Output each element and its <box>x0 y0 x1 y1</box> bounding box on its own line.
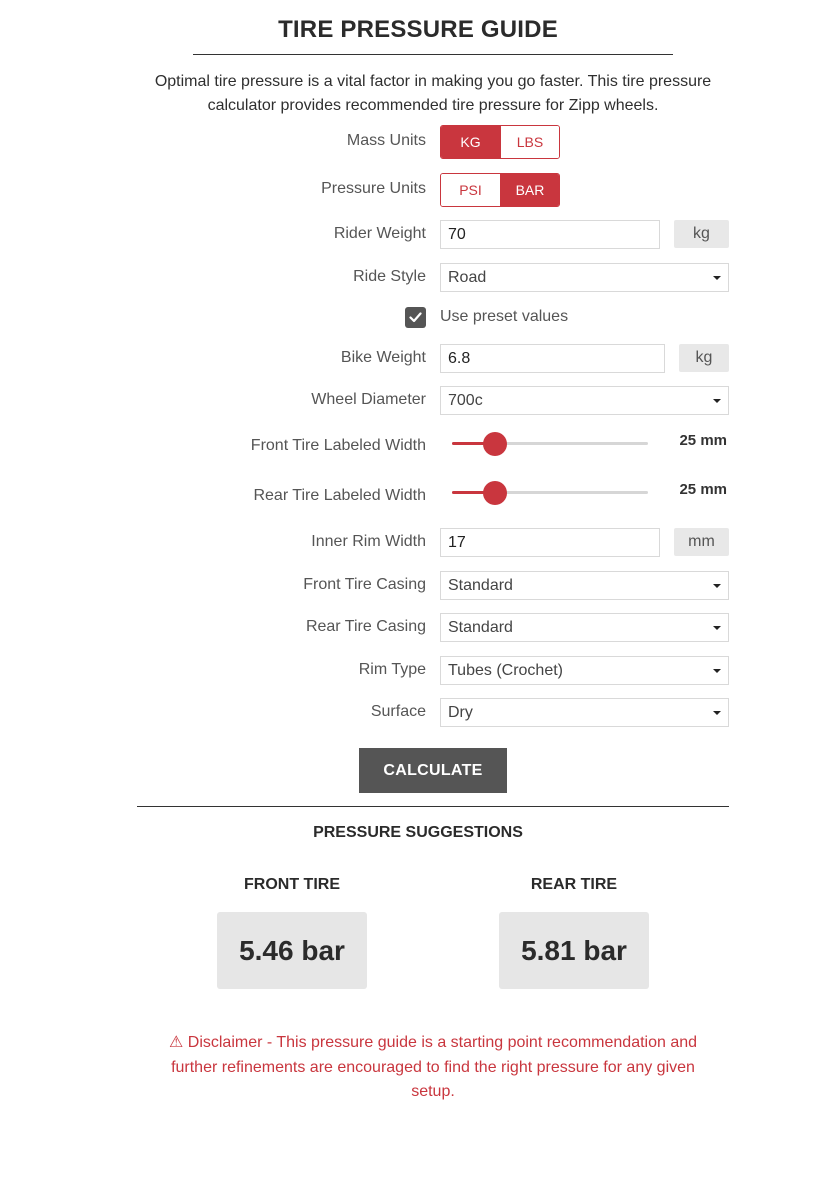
intro-text: Optimal tire pressure is a vital factor … <box>154 73 712 114</box>
inner-rim-width-label: Inner Rim Width <box>311 533 426 550</box>
rear-tire-casing-value: Standard <box>448 618 513 636</box>
bike-weight-unit: kg <box>679 344 729 372</box>
rear-tire-width-label: Rear Tire Labeled Width <box>253 487 426 504</box>
calculate-button[interactable]: CALCULATE <box>359 748 507 793</box>
rim-type-select[interactable]: Tubes (Crochet) <box>440 656 729 685</box>
front-tire-casing-select[interactable]: Standard <box>440 571 729 600</box>
chevron-down-icon <box>713 276 721 280</box>
rear-tire-casing-label: Rear Tire Casing <box>305 618 426 635</box>
front-tire-casing-label: Front Tire Casing <box>303 576 426 593</box>
pressure-units-label: Pressure Units <box>321 180 426 197</box>
front-tire-heading: FRONT TIRE <box>244 876 340 893</box>
front-tire-casing-value: Standard <box>448 576 513 594</box>
pressure-unit-psi-button[interactable]: PSI <box>441 174 500 206</box>
chevron-down-icon <box>713 399 721 403</box>
rim-type-label: Rim Type <box>358 661 426 678</box>
surface-select[interactable]: Dry <box>440 698 729 727</box>
front-tire-result: FRONT TIRE 5.46 bar <box>217 876 367 989</box>
results-divider <box>137 806 729 807</box>
chevron-down-icon <box>713 711 721 715</box>
disclaimer-text: ⚠ Disclaimer - This pressure guide is a … <box>168 1034 698 1100</box>
pressure-units-toggle: PSI BAR <box>440 173 560 207</box>
mass-unit-lbs-button[interactable]: LBS <box>500 126 559 158</box>
surface-value: Dry <box>448 703 473 721</box>
ride-style-select[interactable]: Road <box>440 263 729 292</box>
rear-tire-width-slider[interactable] <box>452 481 648 505</box>
front-tire-width-label: Front Tire Labeled Width <box>250 437 426 454</box>
surface-label: Surface <box>370 703 426 720</box>
bike-weight-input[interactable]: 6.8 <box>440 344 665 373</box>
wheel-diameter-value: 700c <box>448 391 483 409</box>
rim-type-value: Tubes (Crochet) <box>448 661 563 679</box>
rear-tire-pressure: 5.81 bar <box>499 912 649 989</box>
results-title: PRESSURE SUGGESTIONS <box>313 824 523 841</box>
preset-checkbox[interactable] <box>405 307 426 328</box>
title-divider <box>193 54 673 55</box>
inner-rim-width-unit: mm <box>674 528 729 556</box>
slider-handle[interactable] <box>483 432 508 456</box>
wheel-diameter-label: Wheel Diameter <box>311 391 426 408</box>
bike-weight-label: Bike Weight <box>340 349 426 366</box>
mass-units-toggle: KG LBS <box>440 125 560 159</box>
rider-weight-input[interactable]: 70 <box>440 220 660 249</box>
ride-style-value: Road <box>448 268 487 286</box>
wheel-diameter-select[interactable]: 700c <box>440 386 729 415</box>
rear-tire-casing-select[interactable]: Standard <box>440 613 729 642</box>
checkmark-icon <box>409 312 422 323</box>
pressure-unit-bar-button[interactable]: BAR <box>500 174 559 206</box>
front-tire-pressure: 5.46 bar <box>217 912 367 989</box>
chevron-down-icon <box>713 626 721 630</box>
rear-tire-heading: REAR TIRE <box>530 876 618 893</box>
inner-rim-width-input[interactable]: 17 <box>440 528 660 557</box>
ride-style-label: Ride Style <box>353 268 426 285</box>
chevron-down-icon <box>713 584 721 588</box>
front-tire-width-value: 25 mm <box>679 432 727 449</box>
rider-weight-unit: kg <box>674 220 729 248</box>
slider-handle[interactable] <box>483 481 508 505</box>
front-tire-width-slider[interactable] <box>452 432 648 456</box>
mass-unit-kg-button[interactable]: KG <box>441 126 500 158</box>
rear-tire-width-value: 25 mm <box>679 481 727 498</box>
page-title: TIRE PRESSURE GUIDE <box>278 16 558 43</box>
chevron-down-icon <box>713 669 721 673</box>
preset-label: Use preset values <box>440 308 569 325</box>
mass-units-label: Mass Units <box>346 132 426 149</box>
rider-weight-label: Rider Weight <box>333 225 426 242</box>
rear-tire-result: REAR TIRE 5.81 bar <box>499 876 649 989</box>
